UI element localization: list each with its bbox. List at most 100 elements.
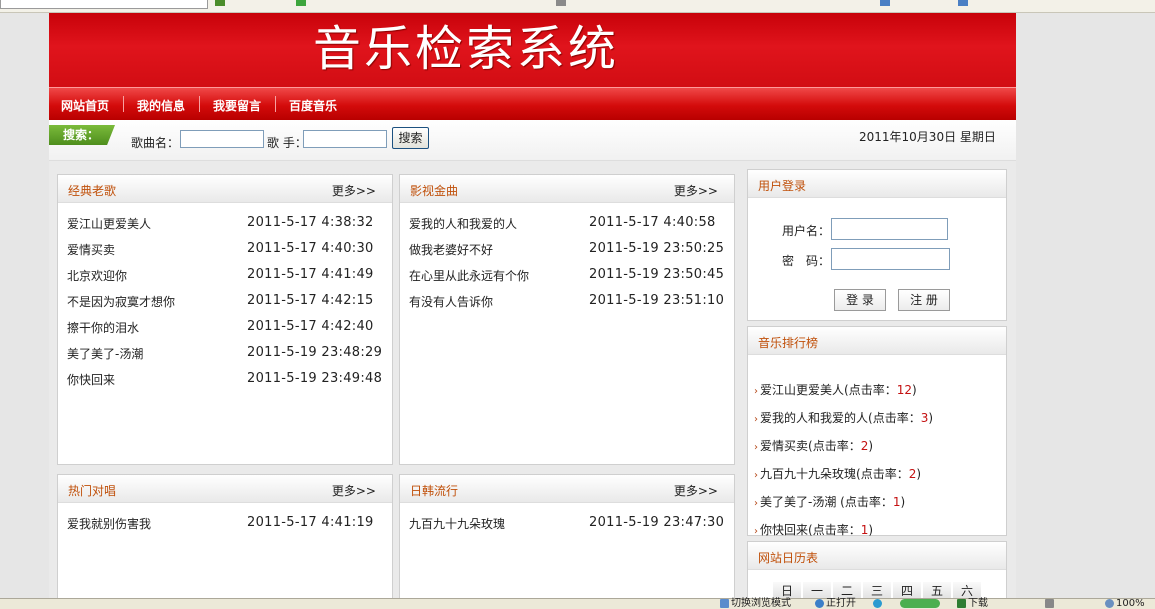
password-input[interactable] [831,248,950,270]
click-rate-label: (点击率： [808,523,861,537]
ranking-song[interactable]: 九百九十九朵玫瑰 [760,467,856,481]
ranking-song[interactable]: 你快回来 [760,523,808,537]
panel-title: 经典老歌 [68,184,117,198]
nav-divider [199,96,200,112]
song-date: 2011-5-19 23:50:45 [589,267,725,282]
more-link[interactable]: 更多>> [674,482,718,499]
ranking-item[interactable]: › 美了美了-汤潮 (点击率：1) [754,493,905,510]
song-name-input[interactable] [180,130,264,148]
song-title[interactable]: 在心里从此永远有个你 [409,267,529,284]
song-row[interactable]: 北京欢迎你 2011-5-17 4:41:49 [67,267,387,287]
ranking-item[interactable]: › 爱江山更爱美人(点击率：12) [754,381,917,398]
current-date: 2011年10月30日 星期日 [859,130,996,144]
ranking-song[interactable]: 美了美了-汤潮 [760,495,840,509]
click-rate-label: (点击率： [856,467,909,481]
username-input[interactable] [831,218,948,240]
click-count: 12 [896,383,912,397]
song-date: 2011-5-19 23:47:30 [589,515,725,530]
song-title[interactable]: 美了美了-汤潮 [67,345,143,362]
login-panel: 用户登录 用户名： 密 码： 登 录 注 册 [747,169,1007,321]
address-bar[interactable] [0,0,208,9]
song-title[interactable]: 爱情买卖 [67,241,115,258]
song-title[interactable]: 做我老婆好不好 [409,241,493,258]
panel-header: 用户登录 [748,170,1006,198]
click-count: 1 [892,495,901,509]
nav-home[interactable]: 网站首页 [61,97,109,114]
song-date: 2011-5-19 23:48:29 [247,345,383,360]
register-button[interactable]: 注 册 [898,289,950,311]
ranking-item[interactable]: › 爱我的人和我爱的人(点击率：3) [754,409,933,426]
song-row[interactable]: 爱我就别伤害我 2011-5-17 4:41:19 [67,515,387,535]
click-rate-label: (点击率： [868,411,921,425]
ranking-panel: 音乐排行榜 › 爱江山更爱美人(点击率：12) › 爱我的人和我爱的人(点击率：3)… [747,326,1007,538]
toolbar-icon[interactable] [880,0,890,6]
globe-icon [815,599,824,608]
song-title[interactable]: 不是因为寂寞才想你 [67,293,175,310]
panel-title: 用户登录 [758,179,807,193]
song-title[interactable]: 爱江山更爱美人 [67,215,151,232]
song-name-label: 歌曲名： [131,136,180,150]
classic-songs-panel: 经典老歌 更多>> 爱江山更爱美人 2011-5-17 4:38:32 爱情买卖 2… [57,174,393,465]
loading-label: 正打开 [826,598,856,609]
login-button[interactable]: 登 录 [834,289,886,311]
song-date: 2011-5-17 4:41:49 [247,267,374,282]
song-date: 2011-5-17 4:41:19 [247,515,374,530]
toolbar-icon[interactable] [958,0,968,6]
zoom-icon [1105,599,1114,608]
song-title[interactable]: 擦干你的泪水 [67,319,139,336]
song-row[interactable]: 美了美了-汤潮 2011-5-19 23:48:29 [67,345,387,365]
panel-title: 网站日历表 [758,551,819,565]
song-row[interactable]: 你快回来 2011-5-19 23:49:48 [67,371,387,391]
song-title[interactable]: 九百九十九朵玫瑰 [409,515,505,532]
song-title[interactable]: 有没有人告诉你 [409,293,493,310]
song-row[interactable]: 不是因为寂寞才想你 2011-5-17 4:42:15 [67,293,387,313]
song-row[interactable]: 爱情买卖 2011-5-17 4:40:30 [67,241,387,261]
song-row[interactable]: 做我老婆好不好 2011-5-19 23:50:25 [409,241,729,261]
nav-guestbook[interactable]: 我要留言 [213,97,261,114]
more-link[interactable]: 更多>> [674,182,718,199]
song-row[interactable]: 爱江山更爱美人 2011-5-17 4:38:32 [67,215,387,235]
ranking-song[interactable]: 爱我的人和我爱的人 [760,411,868,425]
switch-icon [900,599,940,608]
toolbar-icon[interactable] [215,0,225,6]
singer-label: 歌 手： [267,136,307,150]
song-title[interactable]: 北京欢迎你 [67,267,127,284]
ranking-song[interactable]: 爱江山更爱美人 [760,383,844,397]
toolbar-icon[interactable] [296,0,306,6]
more-link[interactable]: 更多>> [332,182,376,199]
film-songs-panel: 影视金曲 更多>> 爱我的人和我爱的人 2011-5-17 4:40:58 做我老… [399,174,735,465]
bullet-icon: › [754,526,758,537]
panel-header: 热门对唱 更多>> [58,475,392,503]
song-row[interactable]: 有没有人告诉你 2011-5-19 23:51:10 [409,293,729,313]
song-row[interactable]: 九百九十九朵玫瑰 2011-5-19 23:47:30 [409,515,729,535]
ranking-item[interactable]: › 九百九十九朵玫瑰(点击率：2) [754,465,921,482]
song-row[interactable]: 擦干你的泪水 2011-5-17 4:42:40 [67,319,387,339]
more-link[interactable]: 更多>> [332,482,376,499]
search-button[interactable]: 搜索 [392,127,429,149]
ranking-item[interactable]: › 爱情买卖(点击率：2) [754,437,873,454]
ranking-item[interactable]: › 你快回来(点击率：1) [754,521,873,538]
song-date: 2011-5-17 4:40:58 [589,215,716,230]
nav-baidu-music[interactable]: 百度音乐 [289,97,337,114]
click-count: 1 [860,523,869,537]
download-label: 下载 [968,598,988,609]
song-title[interactable]: 爱我的人和我爱的人 [409,215,517,232]
song-row[interactable]: 在心里从此永远有个你 2011-5-19 23:50:45 [409,267,729,287]
singer-input[interactable] [303,130,387,148]
song-date: 2011-5-19 23:50:25 [589,241,725,256]
window-icon [720,599,729,608]
panel-title: 日韩流行 [410,484,459,498]
ranking-song[interactable]: 爱情买卖 [760,439,808,453]
nav-my-info[interactable]: 我的信息 [137,97,185,114]
song-date: 2011-5-17 4:38:32 [247,215,374,230]
password-label: 密 码： [782,254,831,268]
search-tag: 搜索： [49,125,115,145]
song-title[interactable]: 你快回来 [67,371,115,388]
song-row[interactable]: 爱我的人和我爱的人 2011-5-17 4:40:58 [409,215,729,235]
toolbar-icon[interactable] [556,0,566,6]
panel-title: 音乐排行榜 [758,336,819,350]
song-date: 2011-5-17 4:42:15 [247,293,374,308]
song-title[interactable]: 爱我就别伤害我 [67,515,151,532]
bullet-icon: › [754,414,758,425]
panel-header: 经典老歌 更多>> [58,175,392,203]
